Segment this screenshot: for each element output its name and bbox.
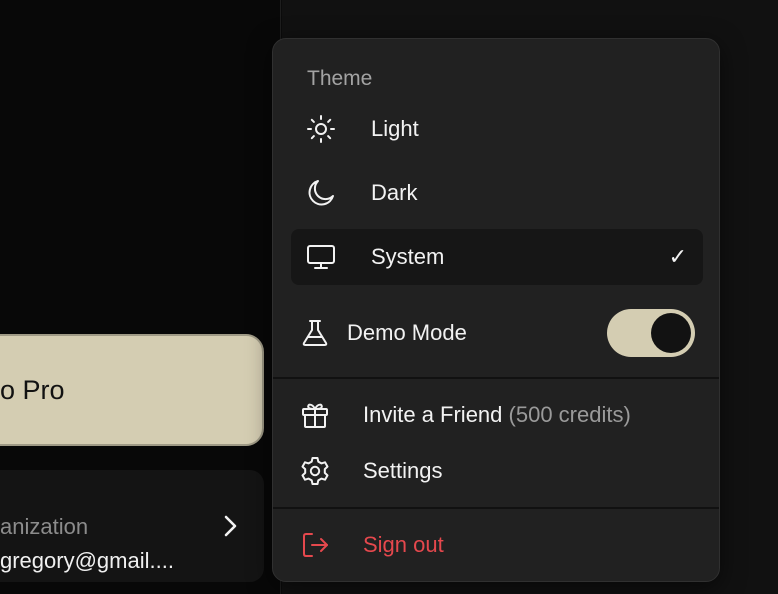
settings-item[interactable]: Settings	[291, 445, 703, 497]
demo-mode-toggle[interactable]	[607, 309, 695, 357]
gift-icon	[299, 399, 331, 431]
flask-icon	[299, 317, 331, 349]
account-email: gregory@gmail....	[0, 548, 174, 573]
organization-switcher[interactable]: anization gregory@gmail....	[0, 470, 264, 582]
demo-mode-label: Demo Mode	[347, 320, 467, 345]
theme-section-label: Theme	[307, 67, 373, 90]
theme-option-label: System	[371, 244, 445, 269]
theme-option-label: Dark	[371, 180, 418, 205]
gear-icon	[299, 455, 331, 487]
sign-out-item[interactable]: Sign out	[291, 519, 703, 571]
theme-option-dark[interactable]: Dark	[291, 165, 703, 221]
invite-friend-label: Invite a Friend (500 credits)	[363, 389, 631, 441]
invite-credits-text: (500 credits)	[508, 402, 631, 427]
menu-divider	[273, 507, 719, 509]
toggle-knob	[651, 313, 691, 353]
invite-friend-item[interactable]: Invite a Friend (500 credits)	[291, 389, 703, 441]
sun-icon	[305, 113, 337, 145]
upgrade-pro-button[interactable]: o Pro	[0, 334, 264, 446]
theme-option-light[interactable]: Light	[291, 101, 703, 157]
monitor-icon	[305, 241, 337, 273]
demo-mode-row: Demo Mode	[291, 305, 703, 361]
settings-label: Settings	[363, 458, 443, 483]
checkmark-icon: ✓	[668, 244, 687, 269]
moon-icon	[305, 177, 337, 209]
sign-out-label: Sign out	[363, 532, 444, 557]
upgrade-pro-label: o Pro	[0, 374, 65, 405]
chevron-right-icon	[220, 514, 240, 538]
invite-friend-text: Invite a Friend	[363, 402, 503, 427]
organization-label: anization	[0, 514, 89, 539]
menu-divider	[273, 377, 719, 379]
account-dropdown-menu: Theme Light Dark System ✓ Demo Mode Invi…	[272, 38, 720, 582]
sign-out-icon	[299, 529, 331, 561]
theme-option-label: Light	[371, 116, 419, 141]
theme-option-system[interactable]: System ✓	[291, 229, 703, 285]
